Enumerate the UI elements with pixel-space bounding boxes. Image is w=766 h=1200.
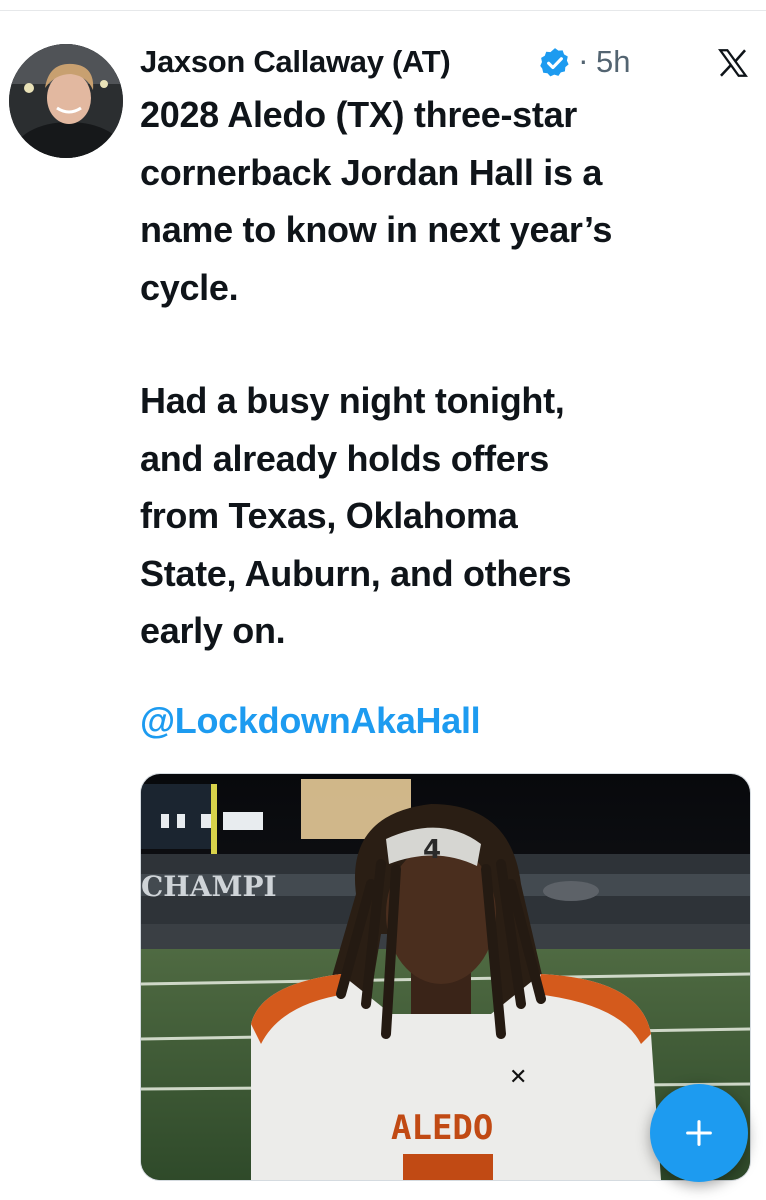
top-divider <box>0 0 766 11</box>
stadium-sign: CHAMPI <box>141 870 277 903</box>
tweet-text-paragraph-2: Had a busy night tonight, and already ho… <box>140 372 756 660</box>
tweet-line: early on. <box>140 610 286 651</box>
tweet-line: and already holds offers <box>140 437 549 479</box>
tweet-line: from Texas, Oklahoma <box>140 495 518 536</box>
headband-number: 4 <box>423 835 441 865</box>
tweet-line: 2028 Aledo (TX) three-star <box>140 94 577 135</box>
tweet-line: State, Auburn, and others <box>140 552 572 594</box>
separator-dot: · <box>578 42 589 78</box>
compose-button[interactable] <box>650 1084 748 1182</box>
x-logo-icon[interactable] <box>716 46 750 80</box>
avatar[interactable] <box>9 44 123 158</box>
tweet-line: name to know in next year’s <box>140 209 613 250</box>
mention-link[interactable]: @LockdownAkaHall <box>140 700 481 742</box>
svg-text:✕: ✕ <box>509 1065 527 1090</box>
author-name[interactable]: Jaxson Callaway (AT) <box>140 44 451 80</box>
plus-icon <box>686 1120 712 1146</box>
jersey-text: ALEDO <box>391 1108 493 1148</box>
tweet-line: Had a busy night tonight, <box>140 380 565 421</box>
tweet-header: Jaxson Callaway (AT) · 5h <box>140 38 750 88</box>
verified-badge-icon <box>540 48 569 77</box>
timestamp[interactable]: 5h <box>596 44 630 80</box>
tweet-line: cornerback Jordan Hall is a <box>140 151 603 193</box>
tweet-line: cycle. <box>140 266 239 308</box>
tweet-text: 2028 Aledo (TX) three-star cornerback Jo… <box>140 86 756 316</box>
